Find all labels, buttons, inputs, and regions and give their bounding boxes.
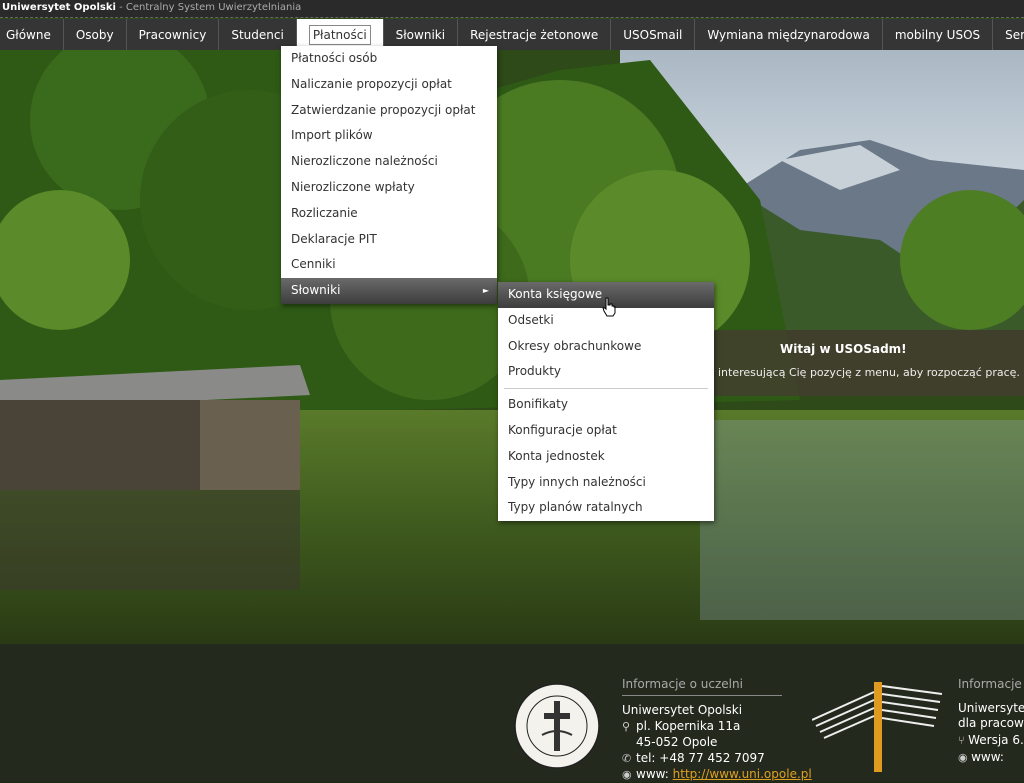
footer-version: Wersja 6.3 — [968, 733, 1024, 747]
footer-system-name-2: dla pracowni — [958, 716, 1024, 730]
dropdown-item-cenniki[interactable]: Cenniki — [281, 252, 497, 278]
menu-item-osoby[interactable]: Osoby — [64, 19, 127, 50]
dropdown-item-import-plikow[interactable]: Import plików — [281, 123, 497, 149]
main-menu-bar: Główne Osoby Pracownicy Studenci Płatnoś… — [0, 19, 1024, 50]
welcome-title: Witaj w USOSadm! — [780, 342, 907, 356]
footer-phone: tel: +48 77 452 7097 — [636, 751, 765, 765]
dropdown-item-platnosci-osob[interactable]: Płatności osób — [281, 46, 497, 72]
menu-item-wymiana-miedzynarodowa[interactable]: Wymiana międzynarodowa — [695, 19, 883, 50]
welcome-panel: Witaj w USOSadm! interesującą Cię pozycj… — [700, 330, 1024, 396]
submenu-item-produkty[interactable]: Produkty — [498, 359, 714, 385]
footer-uni-name: Uniwersytet Opolski — [622, 703, 743, 717]
footer-www-label: www: — [636, 767, 673, 781]
dropdown-item-nierozliczone-naleznosci[interactable]: Nierozliczone należności — [281, 149, 497, 175]
menu-item-usosmail[interactable]: USOSmail — [611, 19, 696, 50]
university-name: Uniwersytet Opolski — [2, 2, 116, 13]
menu-item-mobilny-usos[interactable]: mobilny USOS — [883, 19, 994, 50]
location-icon: ⚲ — [622, 720, 631, 733]
footer-www-2: www: — [971, 750, 1004, 764]
submenu-item-typy-innych-naleznosci[interactable]: Typy innych należności — [498, 470, 714, 496]
dropdown-item-zatwierdzanie[interactable]: Zatwierdzanie propozycji opłat — [281, 98, 497, 124]
submenu-item-okresy-obrachunkowe[interactable]: Okresy obrachunkowe — [498, 334, 714, 360]
university-seal-logo — [514, 683, 600, 769]
footer-system-name: Uniwersytecki — [958, 701, 1024, 715]
slowniki-submenu: Konta księgowe Odsetki Okresy obrachunko… — [498, 282, 714, 522]
phone-icon: ✆ — [622, 752, 632, 765]
dropdown-item-nierozliczone-wplaty[interactable]: Nierozliczone wpłaty — [281, 175, 497, 201]
submenu-item-konta-jednostek[interactable]: Konta jednostek — [498, 444, 714, 470]
dropdown-item-slowniki[interactable]: Słowniki ► — [281, 278, 497, 304]
title-separator: - — [115, 2, 126, 13]
dropdown-item-deklaracje-pit[interactable]: Deklaracje PIT — [281, 227, 497, 253]
system-name: Centralny System Uwierzytelniania — [125, 2, 302, 13]
footer-info-heading: Informacje o uczelni — [622, 677, 782, 696]
building-logo — [812, 682, 942, 772]
welcome-message: interesującą Cię pozycję z menu, aby roz… — [718, 366, 1020, 379]
globe-icon: ◉ — [622, 768, 632, 781]
submenu-item-typy-planow-ratalnych[interactable]: Typy planów ratalnych — [498, 495, 714, 521]
dropdown-item-rozliczanie[interactable]: Rozliczanie — [281, 201, 497, 227]
footer-address-1: pl. Kopernika 11a — [636, 719, 741, 733]
menu-item-glowne[interactable]: Główne — [0, 19, 64, 50]
menu-item-serwis[interactable]: Serwis — [993, 19, 1024, 50]
footer-address-2: 45-052 Opole — [636, 735, 718, 749]
footer-www-link[interactable]: http://www.uni.opole.pl — [673, 767, 812, 781]
top-title-bar: Uniwersytet Opolski - Centralny System U… — [0, 0, 1024, 18]
footer-info-system: Informacje o Uniwersytecki dla pracowni … — [958, 677, 1024, 765]
submenu-separator — [504, 388, 708, 390]
submenu-item-bonifikaty[interactable]: Bonifikaty — [498, 392, 714, 418]
submenu-item-konfiguracje-oplat[interactable]: Konfiguracje opłat — [498, 418, 714, 444]
dropdown-item-slowniki-label: Słowniki — [291, 283, 341, 298]
footer-info-heading-2: Informacje o — [958, 677, 1024, 691]
dropdown-item-naliczanie[interactable]: Naliczanie propozycji opłat — [281, 72, 497, 98]
version-icon: ⑂ — [958, 734, 969, 747]
footer-info-uczelnia: Informacje o uczelni Uniwersytet Opolski… — [622, 677, 812, 782]
menu-item-pracownicy[interactable]: Pracownicy — [127, 19, 220, 50]
submenu-arrow-icon: ► — [482, 286, 489, 296]
globe-icon-2: ◉ — [958, 751, 972, 764]
platnosci-dropdown: Płatności osób Naliczanie propozycji opł… — [281, 46, 497, 304]
hand-cursor-icon — [602, 297, 616, 317]
